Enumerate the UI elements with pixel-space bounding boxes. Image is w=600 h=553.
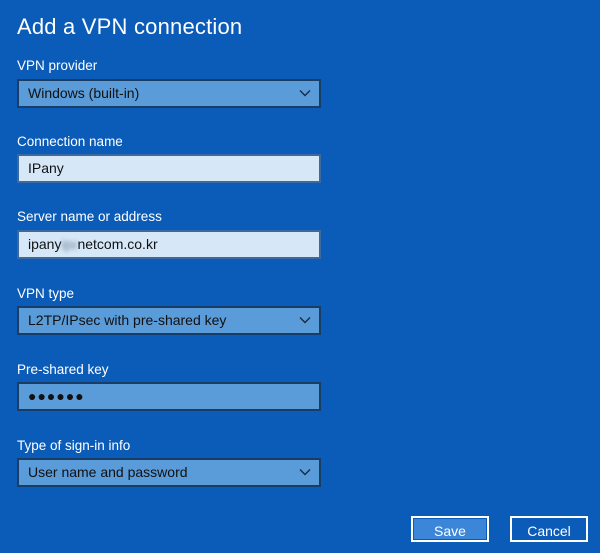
connection-name-value: IPany [28, 160, 64, 176]
vpn-type-select[interactable]: L2TP/IPsec with pre-shared key [17, 306, 321, 335]
save-button[interactable]: Save [411, 516, 489, 542]
server-address-prefix: ipany [28, 236, 62, 252]
connection-name-input[interactable]: IPany [17, 154, 321, 183]
chevron-down-icon [299, 90, 311, 97]
pre-shared-key-value: ●●●●●● [28, 388, 85, 404]
server-address-label: Server name or address [17, 209, 162, 224]
server-address-obscured: ipanynetwork [61, 236, 78, 252]
vpn-provider-select[interactable]: Windows (built-in) [17, 79, 321, 108]
sign-in-type-label: Type of sign-in info [17, 438, 131, 453]
pre-shared-key-label: Pre-shared key [17, 362, 109, 377]
server-address-value: ipanyipanynetworknetcom.co.kr [28, 232, 158, 257]
server-address-suffix: netcom.co.kr [77, 236, 158, 252]
chevron-down-icon [299, 317, 311, 324]
server-address-input[interactable]: ipanyipanynetworknetcom.co.kr [17, 230, 321, 259]
page-title: Add a VPN connection [17, 14, 243, 39]
vpn-provider-label: VPN provider [17, 58, 98, 73]
connection-name-label: Connection name [17, 134, 123, 149]
cancel-button[interactable]: Cancel [510, 516, 588, 542]
pre-shared-key-input[interactable]: ●●●●●● [17, 382, 321, 411]
chevron-down-icon [299, 469, 311, 476]
vpn-type-label: VPN type [17, 286, 75, 301]
vpn-provider-value: Windows (built-in) [28, 85, 140, 101]
sign-in-type-select[interactable]: User name and password [17, 458, 321, 487]
vpn-type-value: L2TP/IPsec with pre-shared key [28, 312, 227, 328]
sign-in-type-value: User name and password [28, 464, 188, 480]
